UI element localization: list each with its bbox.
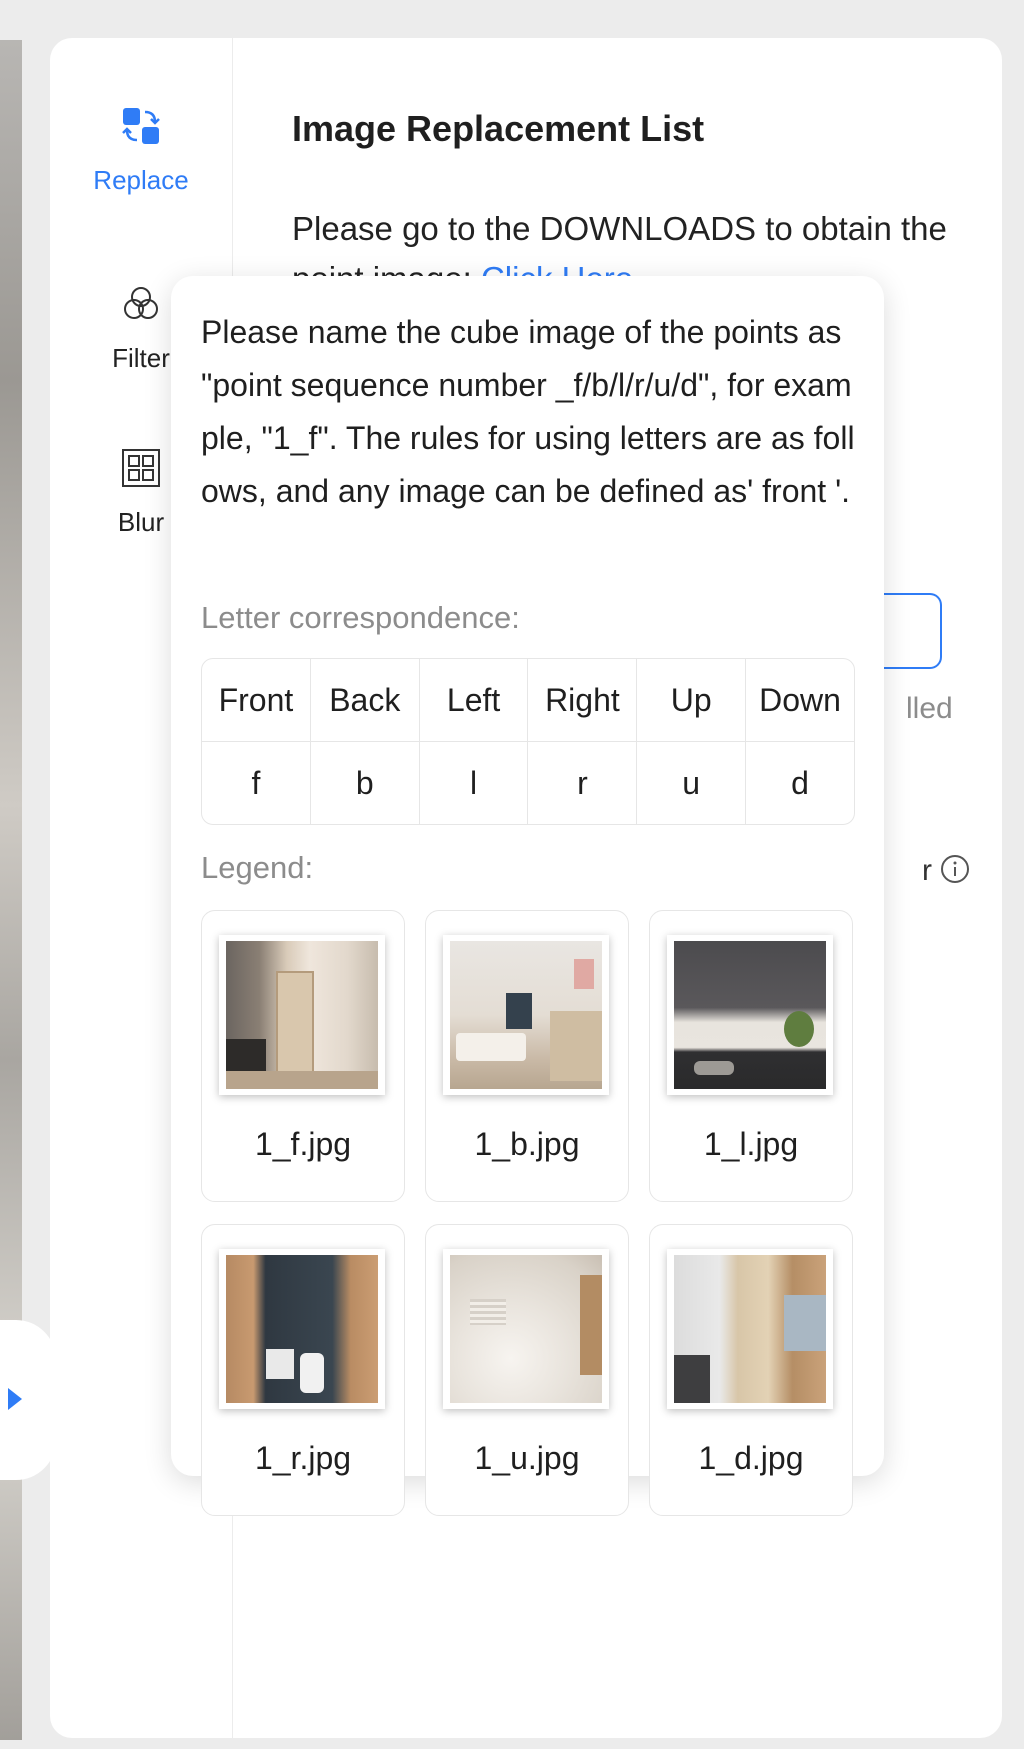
legend-thumbnail <box>443 1249 609 1409</box>
legend-thumbnail <box>667 935 833 1095</box>
table-header-cell: Left <box>419 659 529 742</box>
chevron-right-icon <box>8 1388 22 1410</box>
table-cell: b <box>311 742 420 824</box>
info-icon[interactable] <box>940 854 970 884</box>
up-view-image <box>450 1255 602 1403</box>
table-cell: u <box>637 742 747 824</box>
legend-thumbnail <box>443 935 609 1095</box>
background-panorama-edge <box>0 40 22 1740</box>
legend-item-front: 1_f.jpg <box>201 910 405 1202</box>
naming-rules-text: Please name the cube image of the points… <box>201 314 855 509</box>
obscured-label: r <box>922 854 970 888</box>
legend-file-name: 1_f.jpg <box>254 1126 352 1162</box>
naming-rules-popover: Please name the cube image of the points… <box>171 276 884 1516</box>
page-title: Image Replacement List <box>292 108 705 149</box>
back-view-image <box>450 941 602 1089</box>
legend-thumbnail <box>219 935 385 1095</box>
table-header-cell: Front <box>202 659 311 742</box>
table-header-cell: Back <box>310 659 420 742</box>
legend-label: Legend: <box>201 850 314 885</box>
legend-file-name: 1_d.jpg <box>698 1440 804 1476</box>
table-row: f b l r u d <box>202 742 854 824</box>
letter-correspondence-table: Front Back Left Right Up Down f b l r u … <box>201 658 855 825</box>
legend-item-down: 1_d.jpg <box>649 1224 853 1516</box>
obscured-label-text: r <box>922 854 932 887</box>
table-cell: l <box>420 742 529 824</box>
table-cell: d <box>791 764 809 801</box>
letter-correspondence-label: Letter correspondence: <box>201 600 520 635</box>
table-header-cell: Up <box>637 659 747 742</box>
table-header-cell: Right <box>528 659 638 742</box>
filter-icon <box>124 287 158 319</box>
sidebar-item-label: Replace <box>93 165 189 195</box>
legend-item-right: 1_r.jpg <box>201 1224 405 1516</box>
table-header-cell: Down <box>746 659 854 742</box>
down-view-image <box>674 1255 826 1403</box>
front-view-image <box>226 941 378 1089</box>
blur-icon <box>122 449 160 487</box>
replace-icon <box>122 108 160 144</box>
legend-file-name: 1_r.jpg <box>254 1440 352 1476</box>
table-cell: f <box>202 742 311 824</box>
legend-file-name: 1_u.jpg <box>474 1440 580 1476</box>
legend-thumbnail <box>667 1249 833 1409</box>
right-view-image <box>226 1255 378 1403</box>
legend-item-left: 1_l.jpg <box>649 910 853 1202</box>
legend-thumbnail <box>219 1249 385 1409</box>
panel-toggle[interactable] <box>0 1320 56 1480</box>
table-cell: r <box>528 742 638 824</box>
legend-item-back: 1_b.jpg <box>425 910 629 1202</box>
legend-file-name: 1_b.jpg <box>474 1126 580 1162</box>
obscured-text: lled <box>906 692 953 725</box>
sidebar-item-replace[interactable]: Replace <box>50 104 232 196</box>
legend-item-up: 1_u.jpg <box>425 1224 629 1516</box>
left-view-image <box>674 941 826 1089</box>
table-row: Front Back Left Right Up Down <box>202 659 854 742</box>
legend-file-name: 1_l.jpg <box>703 1126 799 1162</box>
